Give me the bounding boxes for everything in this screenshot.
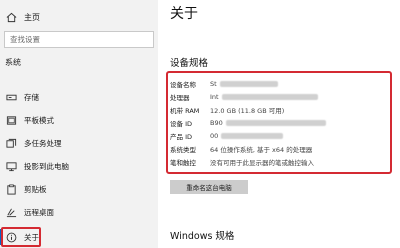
sidebar-item-multitasking[interactable]: 多任务处理 xyxy=(0,133,158,153)
tablet-mode-icon xyxy=(4,113,18,127)
remote-desktop-icon xyxy=(4,205,18,219)
sidebar-item-label: 投影到此电脑 xyxy=(24,161,69,171)
spec-value: Int xyxy=(210,93,219,101)
sidebar-item-label: 远程桌面 xyxy=(24,207,54,217)
multitasking-icon xyxy=(4,136,18,150)
windows-specs-title: Windows 规格 xyxy=(170,231,235,242)
spec-key: 机带 RAM xyxy=(170,107,200,115)
redacted-value xyxy=(219,81,278,87)
spec-row-product-id: 产品 ID 00 xyxy=(170,131,284,141)
sidebar-item-clipboard[interactable]: 剪贴板 xyxy=(0,179,158,199)
redacted-value xyxy=(221,133,284,139)
spec-row-system-type: 系统类型 64 位操作系统, 基于 x64 的处理器 xyxy=(170,144,312,154)
sidebar: 主页 查找设置 系统 存储 平板模式 多任务处理 投影到此电脑 剪贴板 远程桌面… xyxy=(0,0,158,248)
sidebar-item-tablet-mode[interactable]: 平板模式 xyxy=(0,110,158,130)
spec-row-processor: 处理器 Int xyxy=(170,92,318,102)
spec-key: 处理器 xyxy=(170,94,190,102)
spec-key: 设备名称 xyxy=(170,81,196,89)
project-icon xyxy=(4,159,18,173)
spec-key: 设备 ID xyxy=(170,120,192,128)
sidebar-item-label: 剪贴板 xyxy=(24,184,47,194)
spec-row-device-id: 设备 ID B90 xyxy=(170,118,326,128)
page-title: 关于 xyxy=(170,6,198,22)
home-icon xyxy=(4,10,18,24)
section-label-system: 系统 xyxy=(5,58,21,67)
spec-row-device-name: 设备名称 St xyxy=(170,79,278,89)
search-placeholder: 查找设置 xyxy=(10,35,40,44)
spec-value: 没有可用于此显示器的笔或触控输入 xyxy=(210,159,314,167)
spec-value: St xyxy=(210,80,217,88)
sidebar-item-project[interactable]: 投影到此电脑 xyxy=(0,156,158,176)
sidebar-item-label: 平板模式 xyxy=(24,115,54,125)
home-label: 主页 xyxy=(24,12,40,22)
sidebar-item-label: 多任务处理 xyxy=(24,138,62,148)
sidebar-item-storage[interactable]: 存储 xyxy=(0,87,158,107)
spec-key: 系统类型 xyxy=(170,146,196,154)
redacted-value xyxy=(225,120,326,126)
rename-pc-button[interactable]: 重命名这台电脑 xyxy=(170,180,248,194)
highlight-box-about xyxy=(1,227,41,247)
nav-home[interactable]: 主页 xyxy=(4,9,154,25)
sidebar-item-label: 存储 xyxy=(24,92,39,102)
sidebar-item-remote-desktop[interactable]: 远程桌面 xyxy=(0,202,158,222)
spec-value: B90 xyxy=(210,119,223,127)
spec-value: 64 位操作系统, 基于 x64 的处理器 xyxy=(210,146,313,154)
clipboard-icon xyxy=(4,182,18,196)
spec-row-pen-touch: 笔和触控 没有可用于此显示器的笔或触控输入 xyxy=(170,157,314,167)
storage-icon xyxy=(4,90,18,104)
device-specs-title: 设备规格 xyxy=(170,58,209,69)
spec-row-ram: 机带 RAM 12.0 GB (11.8 GB 可用) xyxy=(170,105,284,115)
search-input[interactable]: 查找设置 xyxy=(4,31,154,48)
main-content: 关于 设备规格 设备名称 St 处理器 Int 机带 RAM 12.0 GB (… xyxy=(158,0,400,248)
spec-value: 00 xyxy=(210,132,219,140)
redacted-value xyxy=(221,94,318,100)
spec-key: 笔和触控 xyxy=(170,159,196,167)
spec-key: 产品 ID xyxy=(170,133,192,141)
spec-value: 12.0 GB (11.8 GB 可用) xyxy=(210,107,285,115)
